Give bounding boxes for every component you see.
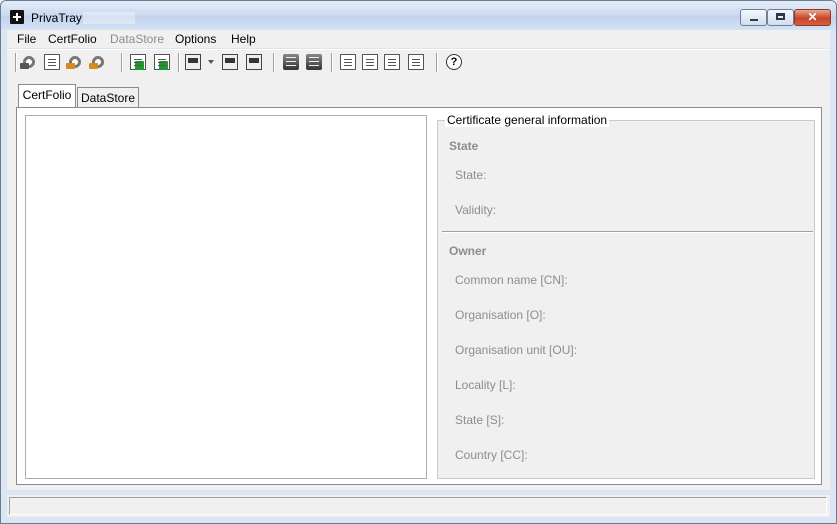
close-icon: ✕ [807, 10, 818, 24]
help-icon[interactable]: ? [446, 54, 462, 70]
state-section-label: State [449, 139, 479, 153]
gear-user-icon[interactable] [20, 54, 37, 70]
app-window: PrivaTray ✕ File CertFolio DataStore Opt… [0, 0, 837, 524]
document-send-icon[interactable] [384, 54, 400, 70]
main-area: CertFolio DataStore Certificate general … [7, 76, 830, 490]
import-certificate-icon[interactable] [130, 54, 146, 70]
close-button[interactable]: ✕ [794, 9, 831, 26]
organisation-label: Organisation [O]: [455, 308, 546, 322]
server-list-icon[interactable] [306, 54, 322, 70]
menu-options[interactable]: Options [175, 32, 216, 46]
organisation-unit-label: Organisation unit [OU]: [455, 343, 578, 357]
server-icon[interactable] [283, 54, 299, 70]
toolbar-separator [121, 53, 123, 72]
toolbar-separator [178, 53, 180, 72]
title-extra [83, 12, 135, 24]
menu-help[interactable]: Help [231, 32, 256, 46]
certfolio-pane: Certificate general information State St… [16, 107, 822, 485]
minimize-button[interactable] [740, 9, 767, 26]
tab-certfolio[interactable]: CertFolio [18, 84, 76, 108]
certificate-list[interactable] [25, 115, 427, 479]
tab-datastore[interactable]: DataStore [77, 87, 139, 108]
state-field-label: State: [455, 168, 487, 182]
section-divider [442, 231, 813, 233]
toolbar-separator [436, 53, 438, 72]
status-panel [9, 497, 827, 515]
menu-datastore[interactable]: DataStore [110, 32, 164, 46]
window-title: PrivaTray [31, 11, 82, 25]
export-certificate-icon[interactable] [154, 54, 170, 70]
gear-orange-delete-icon[interactable] [89, 54, 106, 70]
state-owner-label: State [S]: [455, 413, 505, 427]
document-folder-icon[interactable] [362, 54, 378, 70]
toolbar-separator [273, 53, 275, 72]
certificate-view-icon[interactable] [185, 54, 201, 70]
validity-field-label: Validity: [455, 203, 497, 217]
document-icon[interactable] [340, 54, 356, 70]
status-bar [7, 495, 830, 517]
certificate-info-icon[interactable] [246, 54, 262, 70]
gear-orange-icon[interactable] [66, 54, 83, 70]
group-title: Certificate general information [445, 113, 610, 127]
certificate-info-group: Certificate general information State St… [437, 113, 815, 479]
menu-bar: File CertFolio DataStore Options Help [7, 30, 830, 48]
country-label: Country [CC]: [455, 448, 528, 462]
maximize-button[interactable] [767, 9, 794, 26]
toolbar: ? [7, 49, 830, 77]
certificate-new-icon[interactable] [222, 54, 238, 70]
menu-file[interactable]: File [17, 32, 36, 46]
chevron-down-icon[interactable] [208, 60, 214, 64]
open-folder-icon[interactable] [44, 54, 60, 70]
toolbar-separator [15, 53, 17, 72]
menu-certfolio[interactable]: CertFolio [48, 32, 97, 46]
locality-label: Locality [L]: [455, 378, 516, 392]
app-icon[interactable] [10, 10, 24, 24]
common-name-label: Common name [CN]: [455, 273, 568, 287]
toolbar-separator [331, 53, 333, 72]
owner-section-label: Owner [449, 244, 487, 258]
title-bar[interactable]: PrivaTray ✕ [1, 1, 836, 30]
document-lines-icon[interactable] [408, 54, 424, 70]
